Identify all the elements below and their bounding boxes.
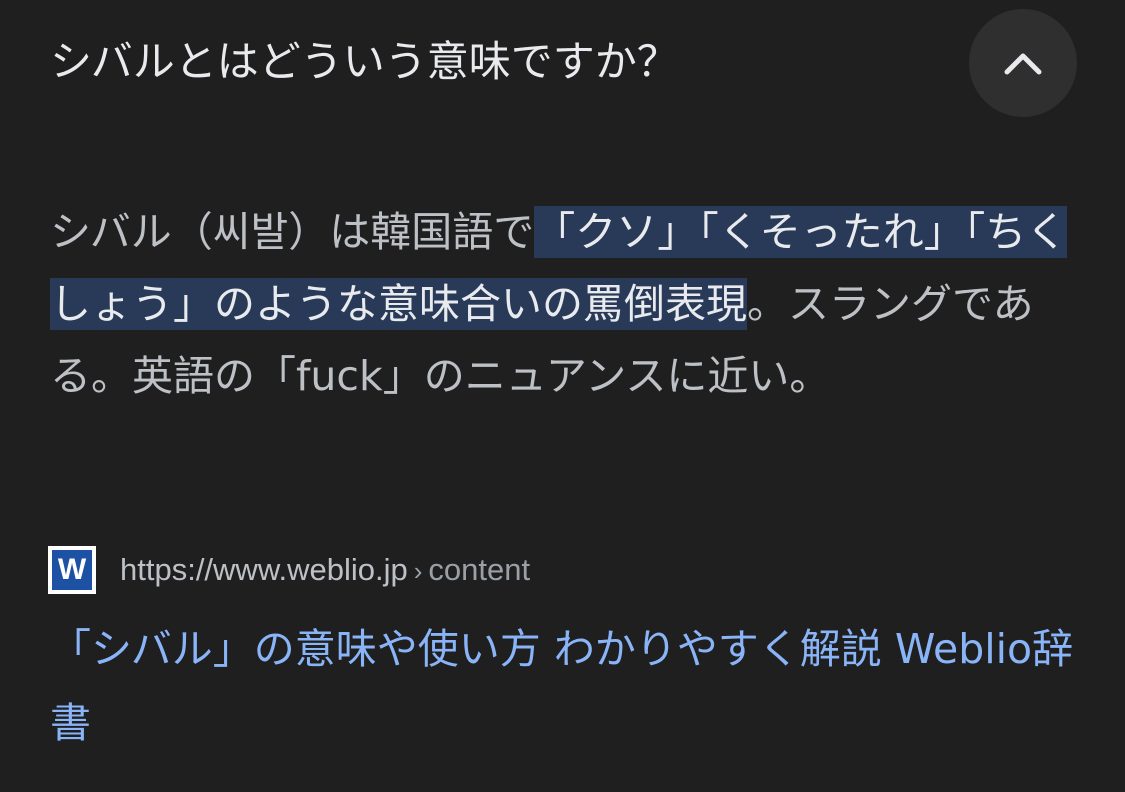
source-path: content [428, 552, 531, 587]
breadcrumb-separator: › [413, 556, 423, 586]
source-domain: https://www.weblio.jp [120, 552, 408, 587]
weblio-favicon: W [48, 546, 96, 594]
answer-text-before: シバル（씨발）は韓国語で [50, 208, 535, 256]
chevron-up-icon [1004, 53, 1042, 75]
source-url[interactable]: https://www.weblio.jp › content [120, 552, 530, 588]
collapse-button[interactable] [969, 9, 1077, 117]
result-title-link[interactable]: 「シバル」の意味や使い方 わかりやすく解説 Weblio辞書 [50, 612, 1080, 760]
question-heading: シバルとはどういう意味ですか？ [50, 37, 679, 86]
source-citation[interactable]: W https://www.weblio.jp › content [48, 546, 530, 594]
answer-text: シバル（씨발）は韓国語で「クソ」「くそったれ」「ちくしょう」のような意味合いの罵… [50, 196, 1080, 412]
favicon-letter: W [52, 550, 92, 590]
